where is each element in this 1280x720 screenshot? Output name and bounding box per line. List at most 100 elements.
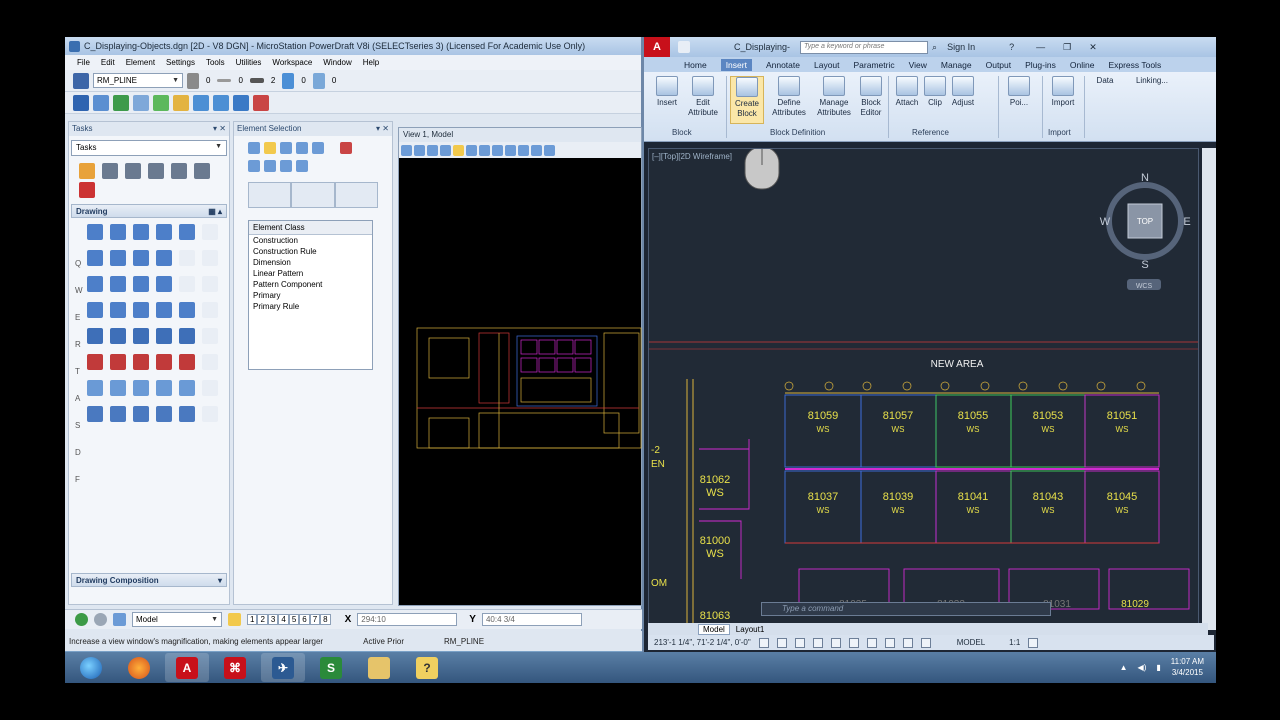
- object-snap-icon[interactable]: [830, 637, 841, 648]
- cell-library-icon[interactable]: [110, 380, 126, 396]
- tab-annotate[interactable]: Annotate: [766, 60, 800, 70]
- fit-view-icon[interactable]: [479, 144, 490, 156]
- insert-button[interactable]: Insert: [650, 76, 684, 108]
- view-next-icon[interactable]: [531, 144, 542, 156]
- show-hidden-icons[interactable]: ▲: [1120, 663, 1128, 672]
- import-button[interactable]: Import: [1046, 76, 1080, 108]
- regular-polygon-icon[interactable]: [156, 276, 172, 292]
- taskbar-firefox[interactable]: [117, 653, 161, 682]
- zoom-out-icon[interactable]: [453, 144, 464, 156]
- quick-access-new-icon[interactable]: [678, 41, 690, 53]
- view-button-7[interactable]: 7: [309, 614, 321, 625]
- pointcurve-icon[interactable]: [133, 250, 149, 266]
- view-button-2[interactable]: 2: [257, 614, 268, 625]
- zoom-in-icon[interactable]: [440, 144, 451, 156]
- place-line-icon[interactable]: [110, 224, 126, 240]
- tab-layout1[interactable]: Layout1: [736, 625, 764, 634]
- linear-dim-icon[interactable]: [110, 406, 126, 422]
- level-manager-icon[interactable]: [73, 72, 89, 89]
- list-item[interactable]: Construction Rule: [249, 246, 372, 257]
- linear-pattern-icon[interactable]: [156, 328, 172, 344]
- models-icon[interactable]: [173, 94, 189, 111]
- arc-icon[interactable]: [133, 302, 149, 318]
- point-cloud-button[interactable]: Poi...: [1002, 76, 1036, 108]
- copy-icon[interactable]: [148, 163, 164, 179]
- view-button-3[interactable]: 3: [267, 614, 279, 625]
- color-value[interactable]: 0: [203, 76, 213, 85]
- view-groups-icon[interactable]: [228, 613, 241, 626]
- replace-cell-icon[interactable]: [179, 380, 195, 396]
- update-view-icon[interactable]: [427, 144, 438, 156]
- tab-layout[interactable]: Layout: [814, 60, 840, 70]
- priority-icon[interactable]: [312, 72, 325, 89]
- view-previous-icon[interactable]: [518, 144, 529, 156]
- ordinate-dim-icon[interactable]: [179, 406, 195, 422]
- close-icon[interactable]: ✕: [1089, 42, 1097, 53]
- individual-select-icon[interactable]: [248, 142, 260, 154]
- y-coordinate-field[interactable]: 40:4 3/4: [481, 613, 582, 626]
- circle-icon[interactable]: [87, 302, 103, 318]
- help-icon[interactable]: ?: [1009, 42, 1014, 52]
- list-item[interactable]: Primary Rule: [249, 301, 372, 312]
- pattern-icon[interactable]: [133, 328, 149, 344]
- dynamic-input-icon[interactable]: [902, 637, 913, 648]
- invert-select-icon[interactable]: [296, 160, 308, 172]
- shape-select-icon[interactable]: [280, 142, 292, 154]
- autocad-drawing-area[interactable]: [–][Top][2D Wireframe] TOP N S E W WCS N…: [648, 148, 1199, 630]
- block-select-icon[interactable]: [264, 142, 276, 154]
- tab-parametric[interactable]: Parametric: [854, 60, 895, 70]
- window-area-icon[interactable]: [466, 144, 477, 156]
- menu-workspace[interactable]: Workspace: [272, 58, 312, 67]
- rotate-view-icon[interactable]: [492, 144, 503, 156]
- save-icon[interactable]: [113, 94, 129, 111]
- ellipse-icon[interactable]: [110, 302, 126, 318]
- search-icon[interactable]: ⌕: [932, 42, 937, 53]
- dimension-icon[interactable]: [87, 406, 103, 422]
- measure-icon[interactable]: [194, 163, 210, 179]
- model-icon[interactable]: [113, 613, 126, 626]
- transparency-icon[interactable]: [282, 72, 295, 89]
- help-icon[interactable]: [233, 94, 249, 111]
- composite-curve-icon[interactable]: [156, 250, 172, 266]
- model-select[interactable]: Model ▼: [132, 612, 222, 627]
- create-block-button[interactable]: Create Block: [730, 76, 764, 124]
- menu-element[interactable]: Element: [126, 58, 155, 67]
- menu-utilities[interactable]: Utilities: [236, 58, 262, 67]
- list-item[interactable]: Primary: [249, 290, 372, 301]
- list-item[interactable]: Pattern Component: [249, 279, 372, 290]
- floor-plan-overview[interactable]: [399, 158, 643, 605]
- dynamic-ucs-icon[interactable]: [884, 637, 895, 648]
- tab-model[interactable]: Model: [698, 623, 730, 635]
- hatch-icon[interactable]: [87, 328, 103, 344]
- stream-line-icon[interactable]: [179, 224, 195, 240]
- tasks-select[interactable]: Tasks ▼: [71, 140, 227, 156]
- taskbar-autocad[interactable]: A: [165, 653, 209, 682]
- block-editor-button[interactable]: Block Editor: [854, 76, 888, 118]
- point-cell-icon[interactable]: [133, 380, 149, 396]
- edit-text-icon[interactable]: [110, 354, 126, 370]
- copy-view-icon[interactable]: [544, 144, 555, 156]
- block-icon[interactable]: [87, 276, 103, 292]
- model-space-label[interactable]: MODEL: [957, 638, 985, 647]
- autocad-logo-icon[interactable]: A: [644, 37, 670, 57]
- radial-dim-icon[interactable]: [156, 406, 172, 422]
- linking-button[interactable]: Linking...: [1128, 76, 1176, 86]
- linestyle-icon[interactable]: [217, 79, 232, 82]
- no-display-icon[interactable]: [253, 94, 269, 111]
- volume-icon[interactable]: ◀): [1138, 663, 1147, 672]
- drawing-section-header[interactable]: Drawing ▦ ▴: [71, 204, 227, 218]
- tab-levels[interactable]: [248, 182, 292, 208]
- new-file-icon[interactable]: [73, 94, 89, 111]
- back-icon[interactable]: [75, 613, 88, 626]
- menu-tools[interactable]: Tools: [206, 58, 225, 67]
- close-icon[interactable]: ▾ ✕: [376, 124, 389, 134]
- edit-attribute-button[interactable]: Edit Attribute: [686, 76, 720, 118]
- x-coordinate-field[interactable]: 294:10: [357, 613, 458, 626]
- drawing-composition-header[interactable]: Drawing Composition ▾: [71, 573, 227, 587]
- tab-manage[interactable]: Manage: [941, 60, 972, 70]
- menu-settings[interactable]: Settings: [166, 58, 195, 67]
- tab-express-tools[interactable]: Express Tools: [1108, 60, 1161, 70]
- half-ellipse-icon[interactable]: [156, 302, 172, 318]
- transparency-value[interactable]: 0: [298, 76, 308, 85]
- annotation-scale[interactable]: 1:1: [1009, 638, 1020, 647]
